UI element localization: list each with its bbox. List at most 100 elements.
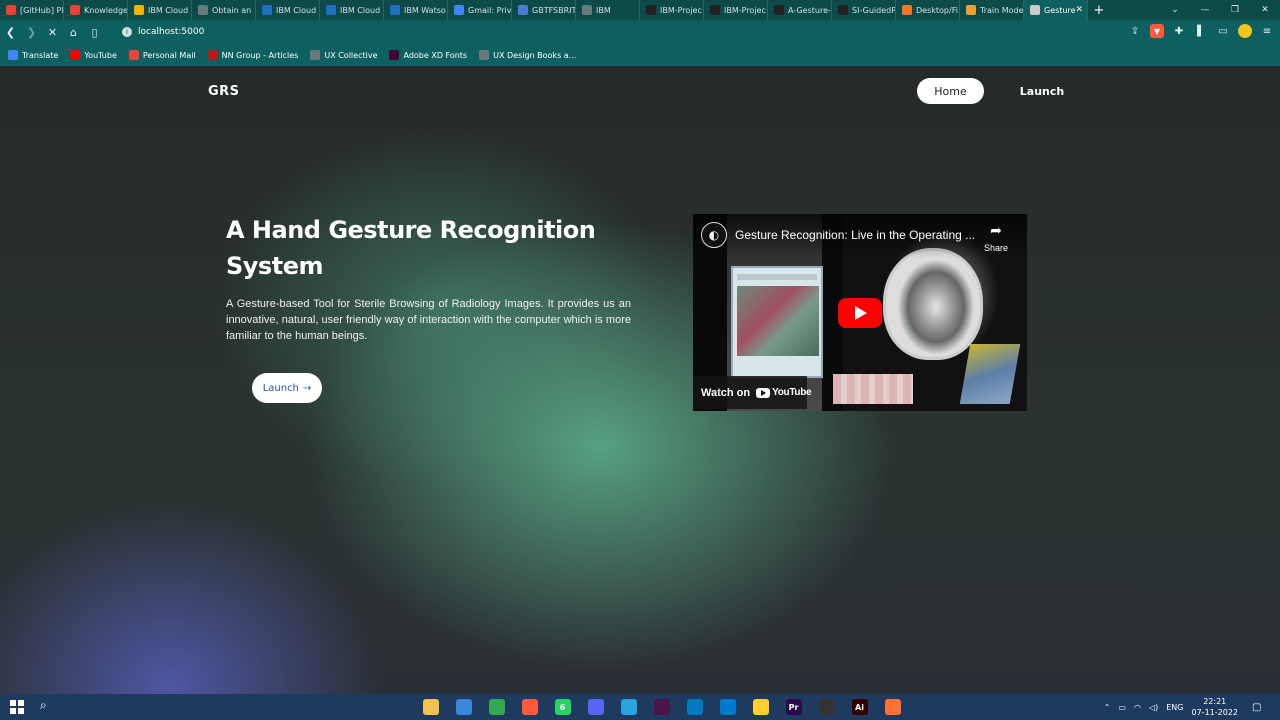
nav-launch-link[interactable]: Launch: [1014, 78, 1070, 104]
video-title[interactable]: Gesture Recognition: Live in the Operati…: [735, 228, 975, 242]
bookmark-item[interactable]: Adobe XD Fonts: [389, 50, 467, 60]
taskbar-app[interactable]: [711, 694, 744, 720]
browser-tab[interactable]: Gesture ✕: [1024, 0, 1088, 20]
taskbar-app[interactable]: [744, 694, 777, 720]
tab-label: IBM Watso: [404, 5, 446, 15]
hero-launch-label: Launch: [262, 382, 299, 394]
bookmark-item[interactable]: Personal Mail: [128, 50, 196, 60]
url-field[interactable]: i localhost:5000: [112, 22, 1132, 42]
close-tab-icon[interactable]: ✕: [1075, 5, 1083, 15]
browser-tab[interactable]: Obtain an: [192, 0, 256, 20]
bookmark-label: Adobe XD Fonts: [403, 50, 468, 60]
language-indicator[interactable]: ENG: [1166, 703, 1183, 712]
taskbar-app[interactable]: [678, 694, 711, 720]
hero-launch-button[interactable]: Launch →: [252, 373, 322, 403]
brave-shield-icon[interactable]: ▼: [1150, 24, 1164, 38]
taskbar-app[interactable]: [612, 694, 645, 720]
bookmark-item[interactable]: YouTube: [70, 50, 117, 60]
taskbar-app[interactable]: [414, 694, 447, 720]
browser-tab[interactable]: Knowledge: [64, 0, 128, 20]
volume-icon[interactable]: ◁): [1149, 703, 1158, 712]
bookmark-icon[interactable]: ▯: [84, 26, 105, 39]
taskbar-app[interactable]: [645, 694, 678, 720]
browser-tab[interactable]: Train Mode: [960, 0, 1024, 20]
premiere-icon: Pr: [785, 699, 802, 715]
browser-tab[interactable]: IBM-Projec: [704, 0, 768, 20]
browser-tab[interactable]: IBM Watso: [384, 0, 448, 20]
github-icon: [646, 5, 656, 15]
firefox-icon: [884, 699, 901, 715]
nav-home-button[interactable]: Home: [917, 78, 984, 104]
tray-chevron-icon[interactable]: ⌃: [1104, 703, 1111, 712]
browser-tab[interactable]: IBM-Projec: [640, 0, 704, 20]
browser-tab[interactable]: IBM Cloud: [128, 0, 192, 20]
taskbar-search-icon[interactable]: ⌕: [40, 698, 47, 713]
whatsapp-icon: 6: [554, 699, 571, 715]
brain-scan-image: [883, 248, 983, 360]
watch-on-youtube-button[interactable]: Watch on YouTube: [693, 376, 812, 409]
forward-icon[interactable]: ❯: [21, 26, 42, 39]
taskbar-app[interactable]: [513, 694, 546, 720]
share-icon[interactable]: ⇪: [1128, 24, 1142, 38]
browser-tab[interactable]: IBM Cloud: [256, 0, 320, 20]
tab-label: A-Gesture-: [788, 5, 831, 15]
bookmark-item[interactable]: Translate: [8, 50, 58, 60]
wifi-icon[interactable]: ◠: [1134, 703, 1141, 712]
site-info-icon[interactable]: i: [122, 27, 132, 37]
windows-start-icon[interactable]: [10, 700, 24, 714]
channel-avatar-icon[interactable]: ◐: [701, 222, 727, 248]
minimize-icon[interactable]: —: [1190, 5, 1220, 15]
diamond-icon: [518, 5, 528, 15]
bookmark-item[interactable]: NN Group - Articles: [207, 50, 298, 60]
profile-icon[interactable]: [1238, 24, 1252, 38]
browser-tab[interactable]: IBM Cloud: [320, 0, 384, 20]
taskbar-app[interactable]: 6: [546, 694, 579, 720]
file-explorer-icon: [422, 699, 439, 715]
browser-tab[interactable]: A-Gesture-: [768, 0, 832, 20]
youtube-wordmark: YouTube: [772, 387, 812, 398]
home-icon[interactable]: ⌂: [63, 26, 84, 39]
browser-tab[interactable]: GBTFSBRIT: [512, 0, 576, 20]
stop-loading-icon[interactable]: ✕: [42, 26, 63, 39]
video-share-button[interactable]: ➦ Share: [981, 222, 1011, 256]
browser-tab[interactable]: IBM: [576, 0, 640, 20]
extensions-icon[interactable]: ✚: [1172, 24, 1186, 38]
taskbar-app[interactable]: [810, 694, 843, 720]
tray-device-icon[interactable]: ▭: [1118, 703, 1126, 712]
maximize-icon[interactable]: ❐: [1220, 5, 1250, 15]
taskbar-app[interactable]: [876, 694, 909, 720]
taskbar-app[interactable]: [447, 694, 480, 720]
wallet-icon[interactable]: ▭: [1216, 24, 1230, 38]
taskbar-app[interactable]: Pr: [777, 694, 810, 720]
taskbar-app[interactable]: Ai: [843, 694, 876, 720]
browser-tab[interactable]: [GitHub] Pl: [0, 0, 64, 20]
browser-tab[interactable]: SI-GuidedP: [832, 0, 896, 20]
window-controls: ⌄ — ❐ ✕: [1160, 0, 1280, 20]
globe-icon: [479, 50, 490, 60]
close-window-icon[interactable]: ✕: [1250, 5, 1280, 15]
video-pink-pattern: [833, 374, 913, 404]
new-tab-button[interactable]: +: [1088, 3, 1110, 18]
tab-label: [GitHub] Pl: [20, 5, 63, 15]
bookmark-label: YouTube: [84, 50, 117, 60]
youtube-embed[interactable]: ◐ Gesture Recognition: Live in the Opera…: [693, 214, 1027, 411]
tab-label: IBM Cloud: [148, 5, 189, 15]
site-logo[interactable]: GRS: [208, 84, 240, 99]
clock[interactable]: 22:21 07-11-2022: [1192, 696, 1239, 718]
tab-search-icon[interactable]: ⌄: [1160, 5, 1190, 15]
play-button-icon[interactable]: [838, 298, 882, 328]
bookmark-item[interactable]: UX Design Books a...: [479, 50, 576, 60]
share-arrow-icon: ➦: [990, 222, 1002, 238]
taskbar-app[interactable]: [480, 694, 513, 720]
browser-tab[interactable]: Desktop/Fi: [896, 0, 960, 20]
back-icon[interactable]: ❮: [0, 26, 21, 39]
sidebar-icon[interactable]: ▌: [1194, 24, 1208, 38]
notification-icon[interactable]: ▢: [1252, 702, 1272, 713]
menu-icon[interactable]: ≡: [1260, 24, 1274, 38]
tab-label: SI-GuidedP: [852, 5, 895, 15]
gmail-icon: [128, 50, 139, 60]
browser-tab[interactable]: Gmail: Priv: [448, 0, 512, 20]
taskbar-app[interactable]: [579, 694, 612, 720]
bookmark-item[interactable]: UX Collective: [310, 50, 377, 60]
tab-label: IBM: [596, 5, 611, 15]
